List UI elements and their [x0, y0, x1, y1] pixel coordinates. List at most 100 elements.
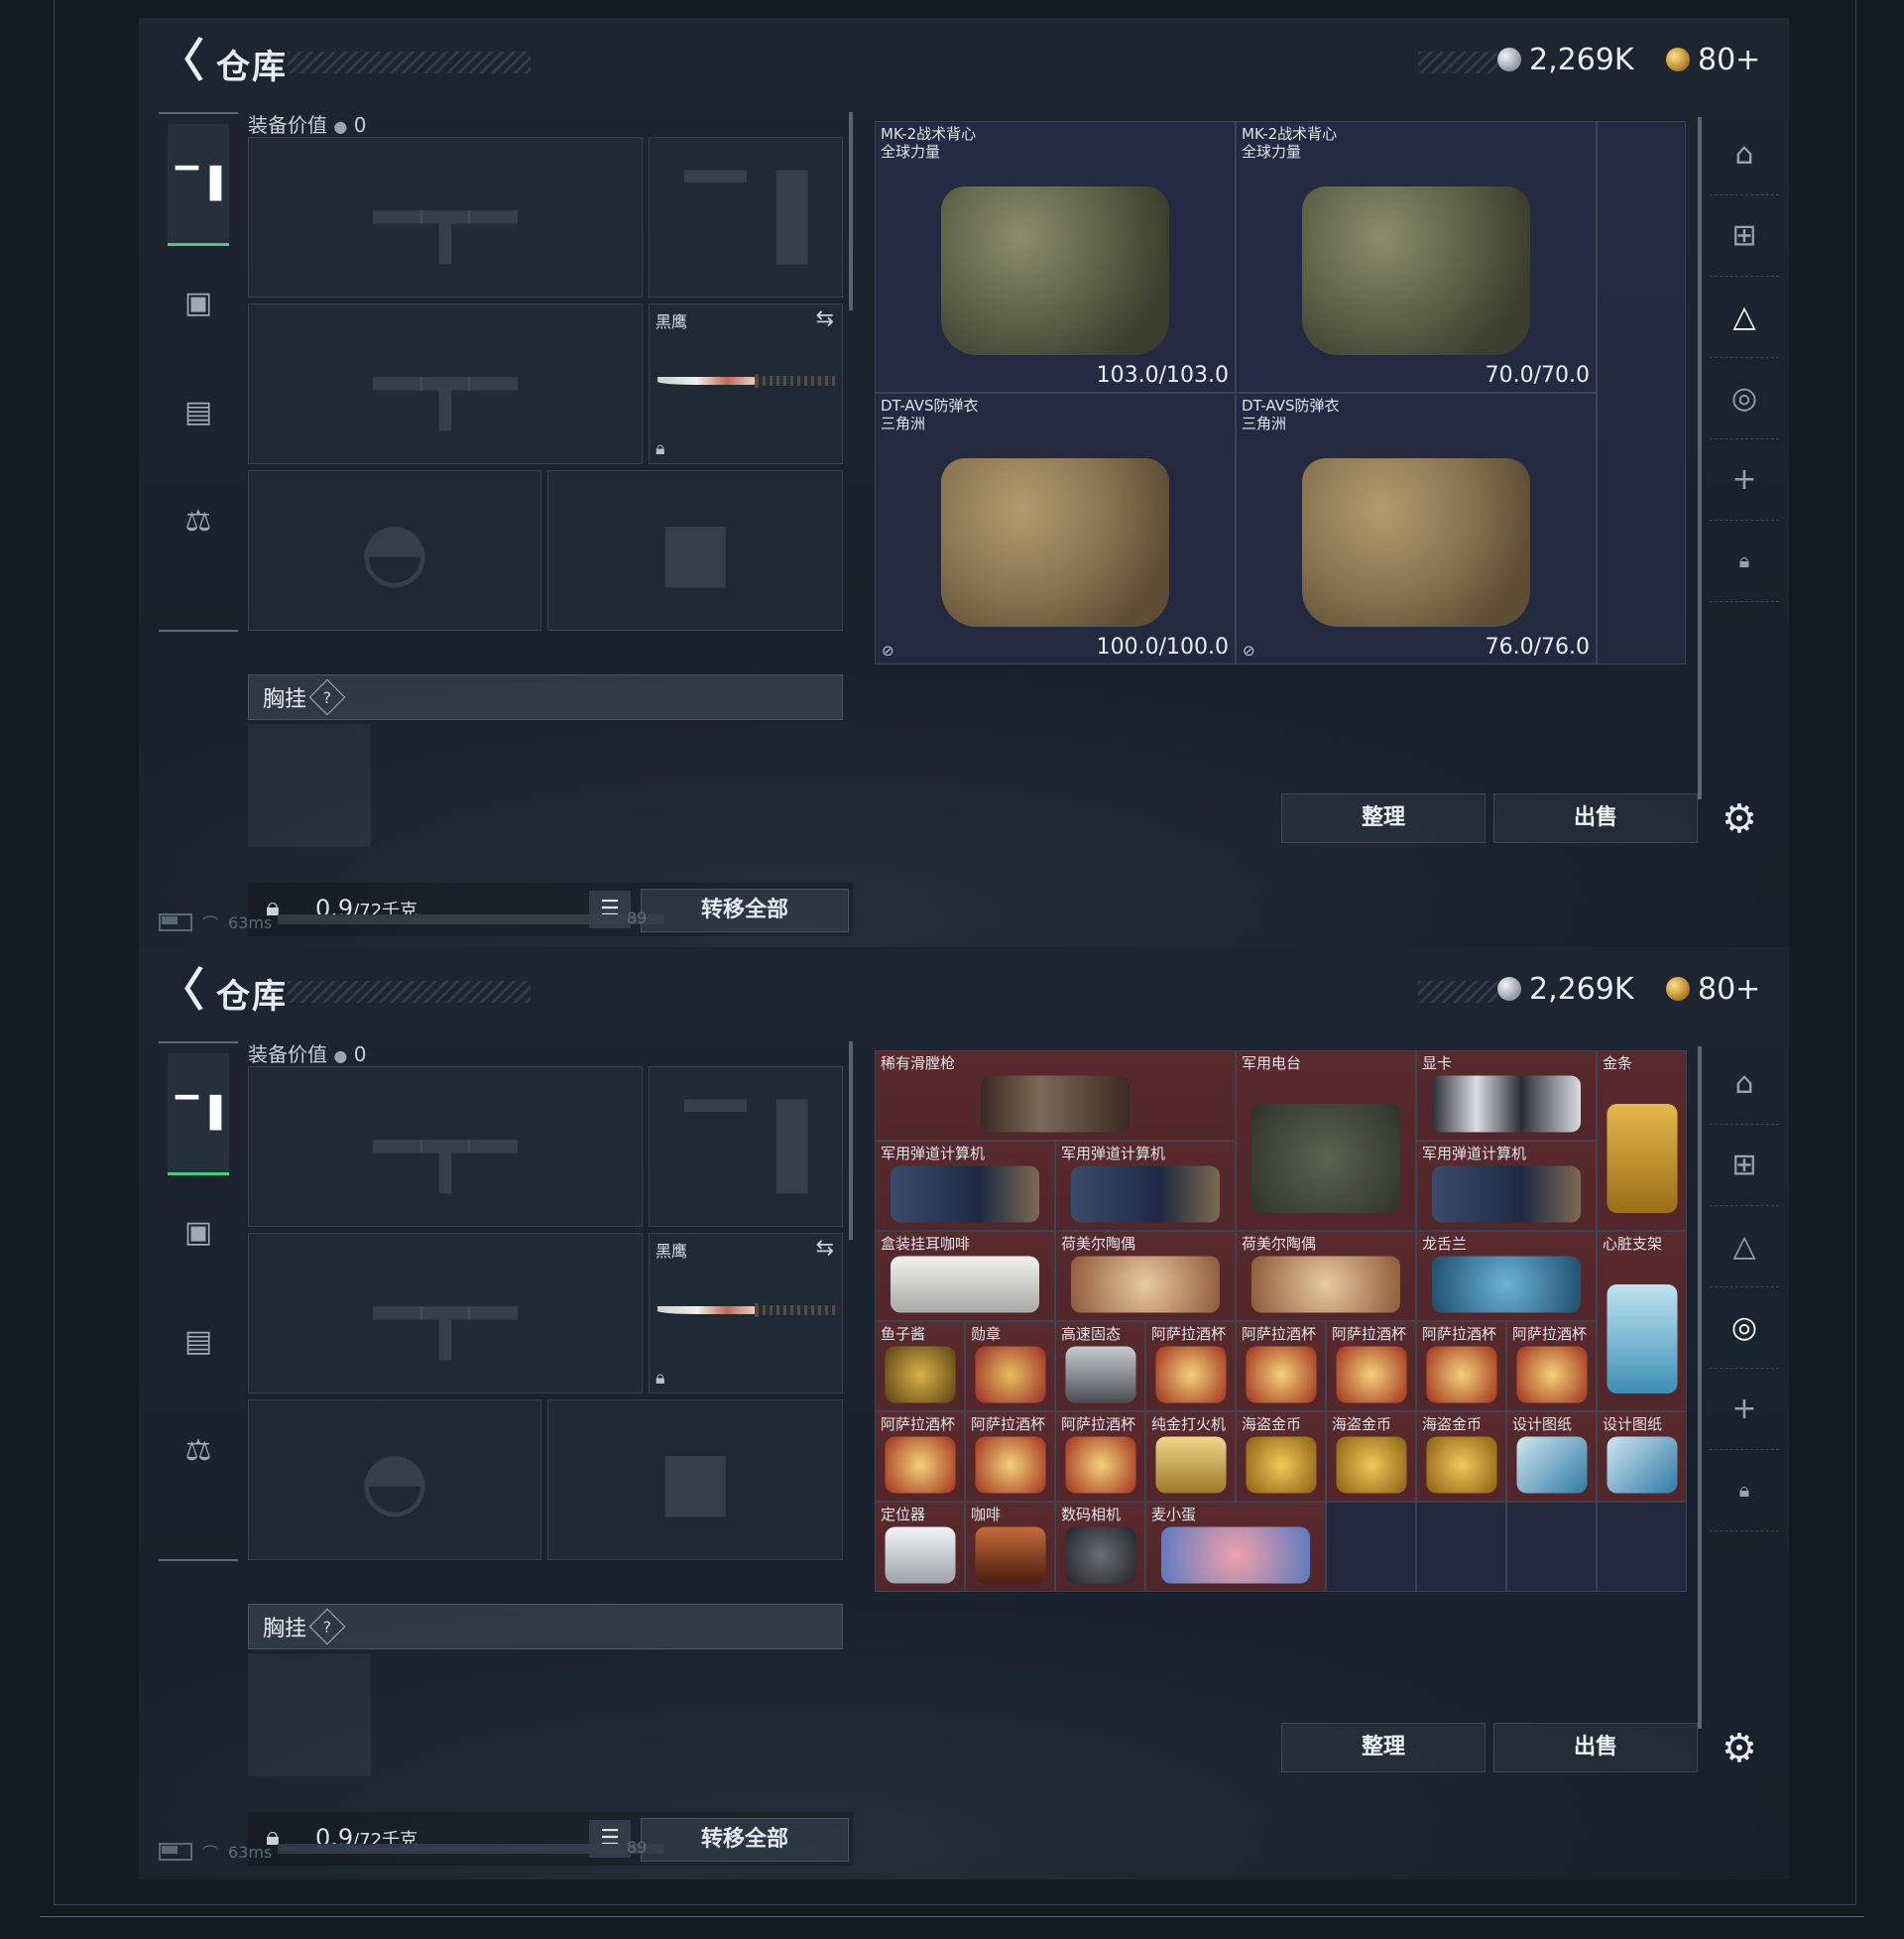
lock-icon[interactable]: 🔒︎: [1710, 520, 1779, 602]
pistol-slot[interactable]: ▔▐: [649, 137, 843, 298]
settings-gear-icon[interactable]: ⚙: [1722, 796, 1757, 842]
equipment-scrollbar[interactable]: [849, 1041, 853, 1240]
stash-home-icon[interactable]: ⌂: [1710, 113, 1779, 195]
chest-rig-icon[interactable]: ▤: [168, 362, 229, 461]
help-icon[interactable]: ?: [308, 1608, 346, 1645]
stash-empty-cell[interactable]: [1597, 1502, 1687, 1592]
stash-item[interactable]: 海盗金币: [1326, 1411, 1416, 1502]
stash-item[interactable]: 阿萨拉酒杯: [1055, 1411, 1145, 1502]
medkit-icon[interactable]: ⚖: [168, 1400, 229, 1500]
stash-item[interactable]: 纯金打火机: [1145, 1411, 1236, 1502]
add-page-icon[interactable]: +: [1710, 1368, 1779, 1450]
add-page-icon[interactable]: +: [1710, 438, 1779, 521]
stash-item[interactable]: 海盗金币: [1236, 1411, 1326, 1502]
stash-item[interactable]: 军用电台: [1236, 1050, 1416, 1231]
stash-item-armor[interactable]: DT-AVS防弹衣 三角洲 76.0/76.0 ⊘: [1236, 393, 1597, 665]
chest-rig-slot[interactable]: [248, 724, 371, 847]
sell-button[interactable]: 出售: [1493, 1723, 1698, 1772]
stash-page-4-icon[interactable]: ◎: [1710, 1286, 1779, 1369]
silver-currency[interactable]: 2,269K: [1497, 40, 1634, 79]
gold-currency[interactable]: 80+: [1666, 969, 1760, 1009]
stash-item[interactable]: 盒装挂耳咖啡: [875, 1231, 1055, 1321]
stash-item[interactable]: 荷美尔陶偶: [1236, 1231, 1416, 1321]
gold-currency[interactable]: 80+: [1666, 40, 1760, 79]
armor-slot[interactable]: ■: [547, 1399, 843, 1560]
sort-button[interactable]: 整理: [1281, 1723, 1486, 1772]
stash-item[interactable]: 军用弹道计算机: [875, 1141, 1055, 1231]
transfer-all-button[interactable]: 转移全部: [641, 1818, 849, 1862]
stash-item[interactable]: 定位器: [875, 1502, 965, 1592]
stash-item[interactable]: 麦小蛋: [1145, 1502, 1326, 1592]
stash-item[interactable]: 显卡: [1416, 1050, 1597, 1141]
silver-currency[interactable]: 2,269K: [1497, 969, 1634, 1009]
secondary-weapon-slot[interactable]: ━┳━: [248, 303, 643, 464]
stash-item[interactable]: 设计图纸: [1506, 1411, 1597, 1502]
stash-item[interactable]: 心脏支架: [1597, 1231, 1687, 1411]
armor-slot[interactable]: ■: [547, 470, 843, 631]
stash-item[interactable]: 金条: [1597, 1050, 1687, 1231]
chest-rig-icon[interactable]: ▤: [168, 1291, 229, 1391]
back-button[interactable]: 〈: [159, 36, 204, 85]
stash-item[interactable]: 阿萨拉酒杯: [1236, 1321, 1326, 1411]
lock-icon[interactable]: 🔒︎: [1710, 1449, 1779, 1531]
primary-weapon-slot[interactable]: ━┳━: [248, 1066, 643, 1227]
stash-item[interactable]: 勋章: [965, 1321, 1055, 1411]
stash-item[interactable]: 阿萨拉酒杯: [1326, 1321, 1416, 1411]
stash-empty-cell[interactable]: [1326, 1502, 1416, 1592]
stash-home-icon[interactable]: ⌂: [1710, 1042, 1779, 1125]
sort-button[interactable]: 整理: [1281, 793, 1486, 843]
medkit-icon[interactable]: ⚖: [168, 471, 229, 570]
stash-page-4-icon[interactable]: ◎: [1710, 357, 1779, 439]
stash-item[interactable]: 数码相机: [1055, 1502, 1145, 1592]
stash-page-2-icon[interactable]: ⊞: [1710, 194, 1779, 277]
stash-scrollbar[interactable]: [1698, 1046, 1702, 1729]
stash-item[interactable]: 鱼子酱: [875, 1321, 965, 1411]
back-button[interactable]: 〈: [159, 965, 204, 1015]
stash-page-3-icon[interactable]: △: [1710, 1205, 1779, 1287]
stash-item-armor[interactable]: DT-AVS防弹衣 三角洲 100.0/100.0 ⊘: [875, 393, 1236, 665]
primary-weapon-slot[interactable]: ━┳━: [248, 137, 643, 298]
equipment-panel: 装备价值 ● 0 ━┳━ ▔▐ ━┳━ 黑鹰 ⇆ 🔒︎ ◓ ■ 胸挂 ? 🔒︎ …: [248, 1038, 853, 1866]
stash-item[interactable]: 军用弹道计算机: [1055, 1141, 1236, 1231]
stash-item[interactable]: 阿萨拉酒杯: [1416, 1321, 1506, 1411]
stash-item[interactable]: 阿萨拉酒杯: [875, 1411, 965, 1502]
sell-button[interactable]: 出售: [1493, 793, 1698, 843]
secondary-weapon-slot[interactable]: ━┳━: [248, 1233, 643, 1394]
pistol-icon[interactable]: ▔▐: [168, 1053, 229, 1175]
swap-icon[interactable]: ⇆: [816, 1236, 834, 1261]
melee-slot[interactable]: 黑鹰 ⇆ 🔒︎: [649, 303, 843, 464]
stash-item[interactable]: 荷美尔陶偶: [1055, 1231, 1236, 1321]
stash-scrollbar[interactable]: [1698, 117, 1702, 799]
stash-item[interactable]: 龙舌兰: [1416, 1231, 1597, 1321]
stash-empty-column[interactable]: [1597, 121, 1686, 665]
helmet-slot[interactable]: ◓: [248, 470, 541, 631]
stash-page-3-icon[interactable]: △: [1710, 276, 1779, 358]
chest-rig-slot[interactable]: [248, 1653, 371, 1776]
settings-gear-icon[interactable]: ⚙: [1722, 1726, 1757, 1771]
stash-item[interactable]: 军用弹道计算机: [1416, 1141, 1597, 1231]
stash-page-2-icon[interactable]: ⊞: [1710, 1124, 1779, 1206]
stash-item[interactable]: 咖啡: [965, 1502, 1055, 1592]
stash-empty-cell[interactable]: [1506, 1502, 1597, 1592]
swap-icon[interactable]: ⇆: [816, 306, 834, 331]
stash-item[interactable]: 阿萨拉酒杯: [965, 1411, 1055, 1502]
stash-item[interactable]: 稀有滑膛枪: [875, 1050, 1236, 1141]
item-name: 咖啡: [971, 1506, 1002, 1523]
stash-item[interactable]: 阿萨拉酒杯: [1145, 1321, 1236, 1411]
transfer-all-button[interactable]: 转移全部: [641, 889, 849, 932]
backpack-icon[interactable]: ▣: [168, 253, 229, 352]
equipment-scrollbar[interactable]: [849, 112, 853, 310]
pistol-slot[interactable]: ▔▐: [649, 1066, 843, 1227]
help-icon[interactable]: ?: [308, 678, 346, 716]
stash-item[interactable]: 海盗金币: [1416, 1411, 1506, 1502]
stash-item[interactable]: 高速固态: [1055, 1321, 1145, 1411]
stash-item[interactable]: 设计图纸: [1597, 1411, 1687, 1502]
stash-item-armor[interactable]: MK-2战术背心 全球力量 70.0/70.0: [1236, 121, 1597, 393]
pistol-icon[interactable]: ▔▐: [168, 124, 229, 246]
stash-item-armor[interactable]: MK-2战术背心 全球力量 103.0/103.0: [875, 121, 1236, 393]
backpack-icon[interactable]: ▣: [168, 1182, 229, 1281]
stash-item[interactable]: 阿萨拉酒杯: [1506, 1321, 1597, 1411]
melee-slot[interactable]: 黑鹰 ⇆ 🔒︎: [649, 1233, 843, 1394]
stash-empty-cell[interactable]: [1416, 1502, 1506, 1592]
helmet-slot[interactable]: ◓: [248, 1399, 541, 1560]
